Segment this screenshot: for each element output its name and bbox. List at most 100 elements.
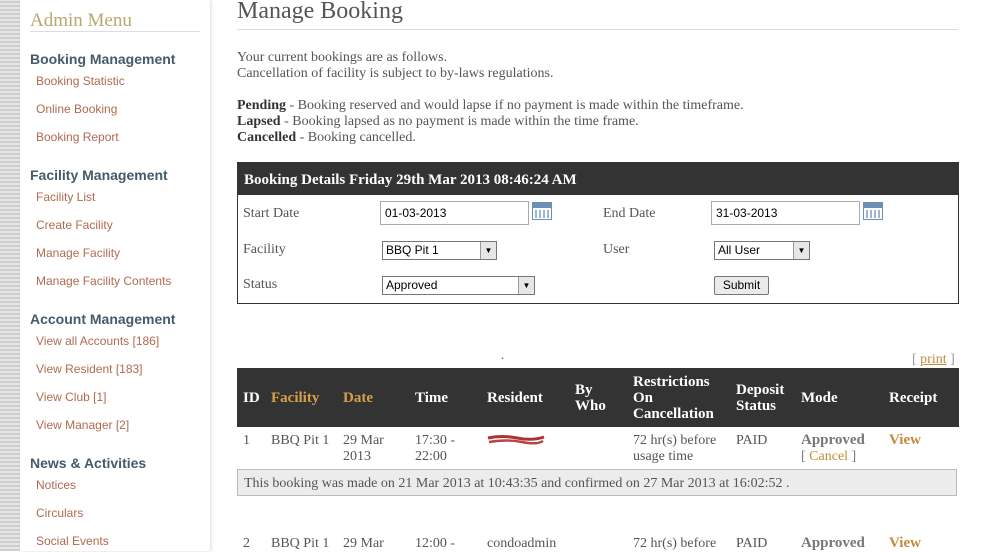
sidebar-item-view-all-accounts[interactable]: View all Accounts [186] bbox=[36, 334, 159, 348]
sidebar-item-manage-facility-contents[interactable]: Manage Facility Contents bbox=[36, 274, 171, 288]
row2-view-receipt-link[interactable]: View bbox=[889, 535, 921, 552]
col-restrictions-line1: Restrictions bbox=[633, 374, 710, 390]
col-time: Time bbox=[415, 390, 449, 406]
start-date-input[interactable] bbox=[380, 201, 529, 225]
row1-cancel-open: [ bbox=[801, 449, 810, 464]
legend-lapsed-term: Lapsed bbox=[237, 114, 281, 129]
status-select[interactable]: Approved ▼ bbox=[382, 276, 535, 295]
section-booking-management: Booking Management bbox=[30, 51, 176, 67]
row2-mode: Approved bbox=[801, 535, 865, 551]
chevron-down-icon: ▼ bbox=[480, 242, 496, 259]
chevron-down-icon: ▼ bbox=[518, 277, 534, 294]
booking-filter-form: Booking Details Friday 29th Mar 2013 08:… bbox=[237, 162, 959, 304]
col-resident: Resident bbox=[487, 390, 543, 406]
legend-cancelled-term: Cancelled bbox=[237, 130, 297, 145]
row1-cancel-close: ] bbox=[848, 449, 857, 464]
row1-restriction-line1: 72 hr(s) before bbox=[633, 433, 717, 448]
section-account-management: Account Management bbox=[30, 311, 176, 327]
user-select-value: All User bbox=[718, 243, 761, 257]
col-deposit-line1: Deposit bbox=[736, 382, 785, 398]
sidebar-item-circulars[interactable]: Circulars bbox=[36, 506, 83, 520]
row2-facility: BBQ Pit 1 bbox=[271, 536, 330, 551]
row1-id: 1 bbox=[243, 433, 250, 448]
col-date[interactable]: Date bbox=[343, 390, 373, 406]
row2-deposit: PAID bbox=[736, 536, 768, 551]
sidebar-item-view-club[interactable]: View Club [1] bbox=[36, 390, 106, 404]
row1-cancel-wrapper: [ Cancel ] bbox=[801, 449, 856, 465]
facility-select-value: BBQ Pit 1 bbox=[386, 243, 439, 257]
section-news-activities: News & Activities bbox=[30, 455, 147, 471]
sidebar-item-booking-report[interactable]: Booking Report bbox=[36, 130, 119, 144]
sidebar-item-create-facility[interactable]: Create Facility bbox=[36, 218, 113, 232]
row1-view-receipt-link[interactable]: View bbox=[889, 432, 921, 449]
row2-time-line1: 12:00 - bbox=[415, 536, 456, 551]
row1-booking-note: This booking was made on 21 Mar 2013 at … bbox=[237, 469, 957, 496]
col-restrictions-line2: On bbox=[633, 390, 654, 406]
row1-mode: Approved bbox=[801, 432, 865, 448]
admin-sidebar: Admin Menu Booking Management Booking St… bbox=[20, 0, 210, 551]
legend-pending-term: Pending bbox=[237, 98, 287, 113]
sidebar-item-view-resident[interactable]: View Resident [183] bbox=[36, 362, 143, 376]
start-date-calendar-icon[interactable] bbox=[532, 202, 552, 220]
row1-resident-redacted bbox=[487, 435, 545, 445]
legend-lapsed: Lapsed - Booking lapsed as no payment is… bbox=[237, 114, 639, 130]
legend-cancelled: Cancelled - Booking cancelled. bbox=[237, 130, 416, 146]
end-date-label: End Date bbox=[603, 206, 656, 221]
row1-time-line1: 17:30 - bbox=[415, 433, 456, 448]
row2-id: 2 bbox=[243, 536, 250, 551]
col-by-who-line2: Who bbox=[575, 398, 606, 414]
row1-date-line2: 2013 bbox=[343, 449, 371, 464]
col-mode: Mode bbox=[801, 390, 838, 406]
col-by-who-line1: By bbox=[575, 382, 593, 398]
row2-restriction-line1: 72 hr(s) before bbox=[633, 536, 717, 551]
start-date-label: Start Date bbox=[243, 206, 300, 221]
section-facility-management: Facility Management bbox=[30, 167, 168, 183]
submit-button[interactable]: Submit bbox=[714, 276, 769, 295]
row1-date-line1: 29 Mar bbox=[343, 433, 384, 448]
intro-line-2: Cancellation of facility is subject to b… bbox=[237, 66, 554, 81]
user-label: User bbox=[603, 242, 630, 257]
user-select[interactable]: All User ▼ bbox=[714, 241, 810, 260]
print-bracket-close: ] bbox=[946, 352, 955, 367]
facility-label: Facility bbox=[243, 242, 286, 257]
legend-lapsed-desc: - Booking lapsed as no payment is made w… bbox=[280, 114, 639, 129]
filter-header: Booking Details Friday 29th Mar 2013 08:… bbox=[238, 163, 958, 195]
page-title: Manage Booking bbox=[237, 0, 403, 24]
print-link-wrapper: [ print ] bbox=[912, 352, 955, 368]
sidebar-item-facility-list[interactable]: Facility List bbox=[36, 190, 95, 204]
sidebar-item-manage-facility[interactable]: Manage Facility bbox=[36, 246, 120, 260]
intro-line-1: Your current bookings are as follows. bbox=[237, 50, 448, 65]
status-label: Status bbox=[243, 277, 278, 292]
end-date-calendar-icon[interactable] bbox=[863, 202, 883, 220]
row2-resident: condoadmin bbox=[487, 536, 557, 551]
col-facility[interactable]: Facility bbox=[271, 390, 319, 406]
stray-dot: . bbox=[501, 348, 504, 362]
legend-pending-desc: - Booking reserved and would lapse if no… bbox=[286, 98, 744, 113]
filter-header-text: Booking Details Friday 29th Mar 2013 08:… bbox=[244, 172, 577, 188]
row1-deposit: PAID bbox=[736, 433, 768, 448]
status-select-value: Approved bbox=[386, 278, 438, 292]
col-restrictions-line3: Cancellation bbox=[633, 406, 714, 422]
sidebar-title-divider bbox=[30, 31, 200, 32]
facility-select[interactable]: BBQ Pit 1 ▼ bbox=[382, 241, 497, 260]
row2-date-line1: 29 Mar bbox=[343, 536, 384, 551]
col-id: ID bbox=[243, 390, 260, 406]
row1-facility: BBQ Pit 1 bbox=[271, 433, 330, 448]
row1-cancel-link[interactable]: Cancel bbox=[809, 449, 848, 464]
sidebar-item-booking-statistic[interactable]: Booking Statistic bbox=[36, 74, 125, 88]
bookings-table-header: ID Facility Date Time Resident By Who Re… bbox=[237, 368, 959, 427]
legend-pending: Pending - Booking reserved and would lap… bbox=[237, 98, 744, 114]
title-divider bbox=[237, 29, 958, 30]
chevron-down-icon: ▼ bbox=[793, 242, 809, 259]
col-deposit-line2: Status bbox=[736, 398, 777, 414]
print-link[interactable]: print bbox=[920, 352, 946, 367]
sidebar-item-notices[interactable]: Notices bbox=[36, 478, 76, 492]
sidebar-title: Admin Menu bbox=[30, 10, 132, 31]
left-decorative-strip bbox=[0, 0, 20, 551]
row1-restriction-line2: usage time bbox=[633, 449, 694, 464]
sidebar-item-online-booking[interactable]: Online Booking bbox=[36, 102, 117, 116]
col-receipt: Receipt bbox=[889, 390, 938, 406]
end-date-input[interactable] bbox=[711, 201, 860, 225]
sidebar-item-social-events[interactable]: Social Events bbox=[36, 534, 109, 548]
sidebar-item-view-manager[interactable]: View Manager [2] bbox=[36, 418, 129, 432]
